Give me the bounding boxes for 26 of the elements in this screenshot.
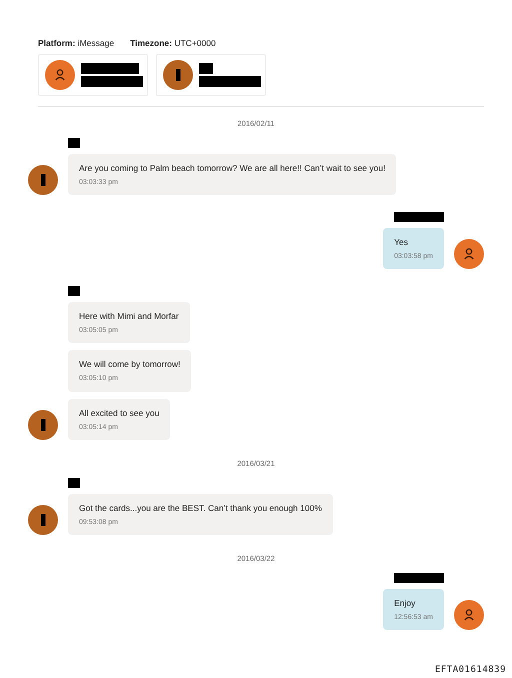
message-text: We will come by tomorrow! (79, 359, 180, 370)
avatar-icon (454, 600, 484, 630)
redaction-bar (81, 76, 143, 87)
avatar-icon (28, 165, 58, 196)
message-text: Enjoy (394, 598, 416, 609)
redaction-bar (394, 572, 444, 583)
stamp-label: EFTA01614839 (434, 665, 506, 675)
avatar-icon (28, 504, 58, 535)
message-text: Are you coming to Palm beach tomorrow? We are all here!! Can’t wait to see you! (79, 163, 386, 174)
message-text: Yes (394, 237, 409, 248)
avatar-icon (45, 60, 75, 90)
redaction-bar (199, 63, 213, 74)
avatar-icon (163, 60, 193, 90)
redaction-bar (199, 76, 261, 87)
redaction-bar (81, 63, 139, 74)
redaction-bar (68, 138, 80, 148)
avatar-icon (454, 239, 484, 270)
message-text: Got the cards...you are the BEST. Can’t thank you enough 100% (79, 502, 322, 514)
avatar-icon (28, 410, 58, 440)
redaction-bar (394, 212, 444, 222)
message-text: All excited to see you (79, 408, 160, 419)
redaction-bar (68, 478, 80, 488)
redaction-bar (68, 286, 80, 296)
info-label: Platform: iMessage (38, 38, 114, 48)
info-label: Timezone: UTC+0000 (130, 38, 216, 48)
message-text: Here with Mimi and Morfar (79, 311, 179, 322)
